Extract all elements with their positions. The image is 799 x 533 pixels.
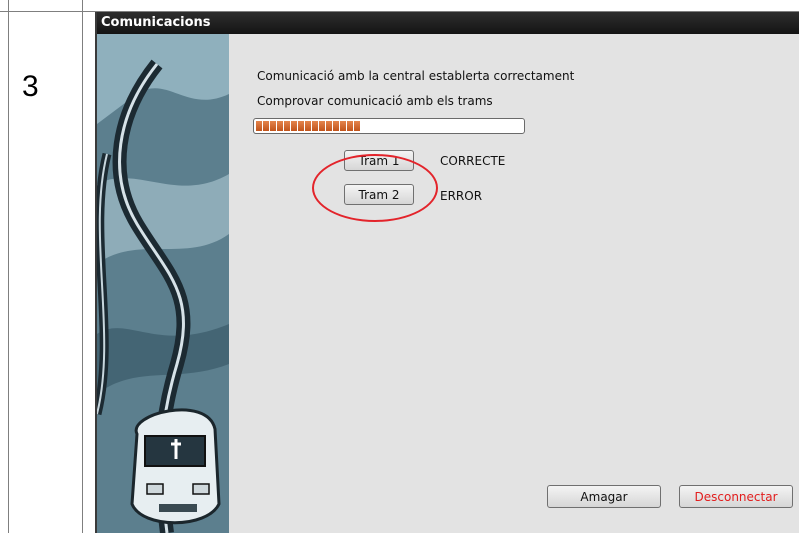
progress-segment — [284, 121, 290, 131]
progress-segment — [326, 121, 332, 131]
tram-1-status: CORRECTE — [440, 154, 506, 168]
check-segments-message: Comprovar comunicació amb els trams — [257, 94, 493, 108]
progress-segment — [347, 121, 353, 131]
progress-segment — [319, 121, 325, 131]
communications-window: Comunicacions Comunicació amb la central… — [95, 12, 799, 533]
progress-segment — [298, 121, 304, 131]
progress-segment — [305, 121, 311, 131]
progress-segment — [333, 121, 339, 131]
progress-segment — [354, 121, 360, 131]
tram-2-status: ERROR — [440, 189, 483, 203]
progress-segment — [312, 121, 318, 131]
progress-bar — [253, 118, 525, 134]
disconnect-button[interactable]: Desconnectar — [679, 485, 793, 508]
rally-car-banner-image — [97, 34, 229, 533]
progress-segment — [256, 121, 262, 131]
progress-segment — [291, 121, 297, 131]
progress-segment — [340, 121, 346, 131]
progress-fill — [256, 121, 360, 131]
progress-segment — [270, 121, 276, 131]
progress-segment — [277, 121, 283, 131]
step-number: 3 — [22, 70, 39, 103]
progress-segment — [263, 121, 269, 131]
central-connection-message: Comunicació amb la central establerta co… — [257, 69, 575, 83]
hide-button[interactable]: Amagar — [547, 485, 661, 508]
title-bar[interactable]: Comunicacions — [97, 12, 799, 34]
table-border-left — [8, 0, 9, 533]
table-column-divider — [82, 0, 83, 533]
red-highlight-circle — [312, 154, 438, 222]
rally-car-illustration — [97, 34, 229, 533]
window-title: Comunicacions — [101, 15, 211, 30]
